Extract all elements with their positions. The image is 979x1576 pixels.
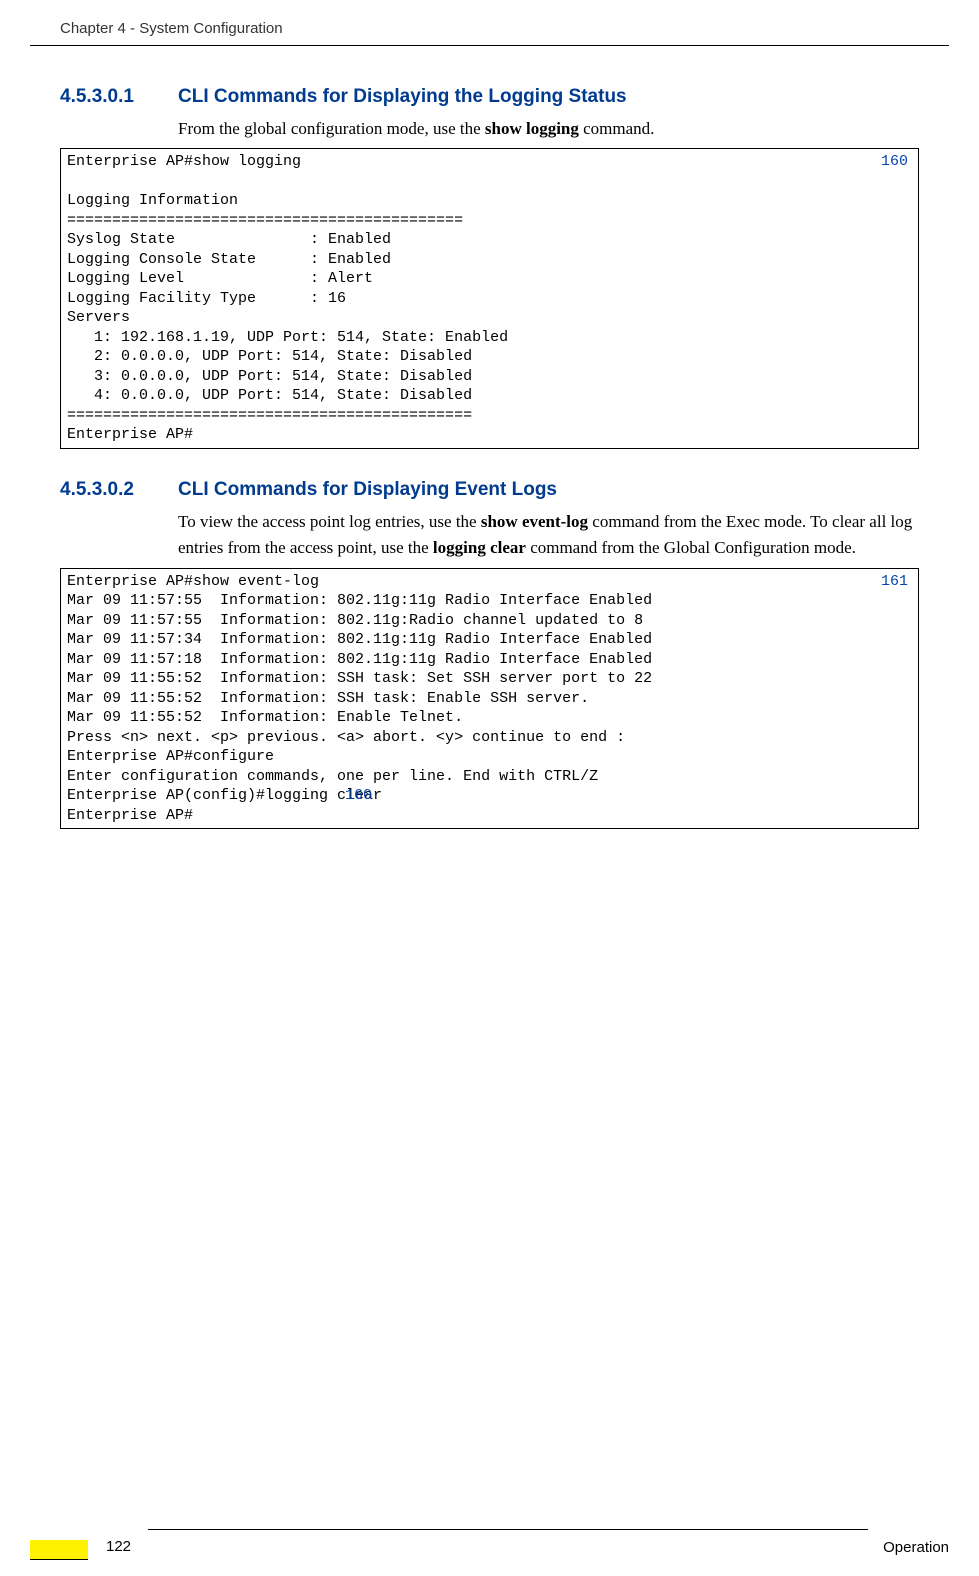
section2-codebox: 161 Enterprise AP#show event-log Mar 09 1…: [60, 568, 919, 830]
footer-right: Operation: [883, 1539, 949, 1556]
section1-cmd: show logging: [485, 119, 579, 138]
section1-intro: From the global configuration mode, use …: [178, 116, 919, 142]
section2-ref1[interactable]: 161: [881, 572, 908, 592]
section1-intro-pre: From the global configuration mode, use …: [178, 119, 485, 138]
section1-title: CLI Commands for Displaying the Logging …: [178, 86, 627, 108]
footer: 122 Operation: [30, 1529, 949, 1556]
content-area: 4.5.3.0.1 CLI Commands for Displaying th…: [0, 86, 979, 829]
section1-codebox: 160 Enterprise AP#show logging Logging In…: [60, 148, 919, 449]
section2-code-pre: Enterprise AP#show event-log Mar 09 11:5…: [67, 573, 652, 785]
section2-cmd2: logging clear: [433, 538, 526, 557]
section1-ref[interactable]: 160: [881, 152, 908, 172]
section1-number: 4.5.3.0.1: [60, 86, 150, 108]
section1-intro-post: command.: [579, 119, 655, 138]
chapter-header: Chapter 4 - System Configuration: [30, 0, 949, 46]
section1-code: Enterprise AP#show logging Logging Infor…: [67, 153, 508, 443]
footer-left: 122: [30, 1536, 131, 1556]
section1-heading: 4.5.3.0.1 CLI Commands for Displaying th…: [60, 86, 919, 108]
section2-ref2[interactable]: 160: [345, 786, 372, 806]
section2-code-post: Enterprise AP#: [67, 807, 193, 824]
section2-code-mid: Enterprise AP(config)#logging clear: [67, 787, 382, 804]
yellow-tab-icon: [30, 1540, 88, 1560]
section2-title: CLI Commands for Displaying Event Logs: [178, 479, 557, 501]
section2-number: 4.5.3.0.2: [60, 479, 150, 501]
section2-intro: To view the access point log entries, us…: [178, 509, 919, 562]
page-number: 122: [106, 1538, 131, 1555]
section2-heading: 4.5.3.0.2 CLI Commands for Displaying Ev…: [60, 479, 919, 501]
section2-cmd1: show event-log: [481, 512, 588, 531]
section2-intro-pre: To view the access point log entries, us…: [178, 512, 481, 531]
section2-intro-post: command from the Global Configuration mo…: [526, 538, 856, 557]
footer-rule: [148, 1529, 868, 1530]
